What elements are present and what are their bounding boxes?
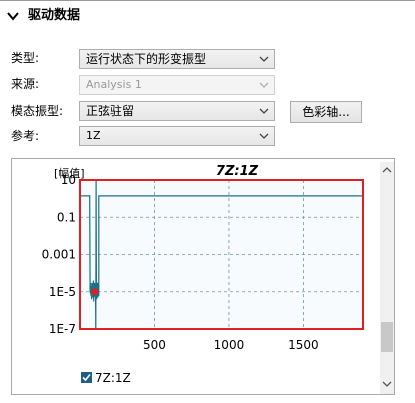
y-tick-label: 1E-7 <box>49 322 76 336</box>
type-label: 类型: <box>11 51 40 65</box>
section-title: 驱动数据 <box>28 8 81 23</box>
vertical-scrollbar[interactable] <box>380 162 394 394</box>
scroll-down-icon[interactable] <box>382 380 392 388</box>
legend-label: 7Z:1Z <box>95 371 131 385</box>
legend-checkbox[interactable] <box>81 372 92 383</box>
source-label: 来源: <box>11 77 40 91</box>
reference-dropdown[interactable]: 1Z <box>79 126 275 146</box>
color-axis-button[interactable]: 色彩轴... <box>290 101 362 123</box>
y-tick-label: 0.001 <box>42 248 76 262</box>
magnitude-chart[interactable]: 7Z:1Z [幅值] 100.10.0011E-51E-7 500 1000 150… <box>12 159 380 394</box>
reference-dropdown-value: 1Z <box>86 129 101 142</box>
x-tick-label: 1500 <box>288 338 319 352</box>
chevron-down-icon <box>259 133 269 139</box>
reference-label: 参考: <box>11 129 40 143</box>
scrollbar-thumb[interactable] <box>381 322 393 352</box>
x-tick-labels: 500 1000 1500 <box>143 338 319 352</box>
y-tick-label: 1E-5 <box>49 285 76 299</box>
type-dropdown[interactable]: 运行状态下的形变振型 <box>79 49 275 69</box>
chart-title: 7Z:1Z <box>216 164 259 179</box>
y-tick-label: 0.1 <box>57 210 76 224</box>
chevron-down-icon <box>259 56 269 62</box>
x-tick-label: 500 <box>143 338 166 352</box>
chevron-down-icon <box>259 108 269 114</box>
chevron-down-icon[interactable] <box>6 9 20 23</box>
scroll-up-icon[interactable] <box>382 166 392 174</box>
section-header-drive-data[interactable]: 驱动数据 <box>0 1 415 31</box>
source-dropdown: Analysis 1 <box>79 75 275 95</box>
mode-shape-dropdown[interactable]: 正弦驻留 <box>79 101 275 121</box>
data-marker <box>91 288 99 296</box>
source-dropdown-value: Analysis 1 <box>86 78 142 91</box>
checkmark-icon <box>82 373 91 382</box>
chevron-down-icon <box>259 82 269 88</box>
y-tick-label: 10 <box>61 173 76 187</box>
type-dropdown-value: 运行状态下的形变振型 <box>86 52 207 66</box>
y-tick-labels: 10 0.1 0.001 1E-5 1E-7 <box>42 173 76 336</box>
x-tick-label: 1000 <box>214 338 245 352</box>
mode-shape-dropdown-value: 正弦驻留 <box>86 104 135 118</box>
mode-shape-label: 模态振型: <box>11 104 64 118</box>
